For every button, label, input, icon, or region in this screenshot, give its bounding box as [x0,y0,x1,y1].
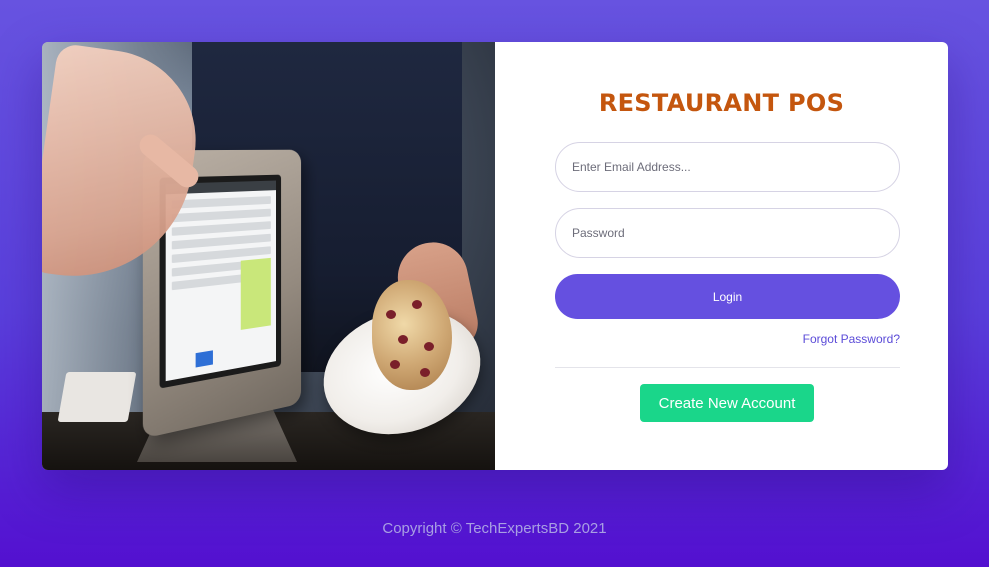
login-form-panel: RESTAURANT POS Login Forgot Password? Cr… [495,42,948,470]
forgot-password-link[interactable]: Forgot Password? [803,332,900,346]
page-title: RESTAURANT POS [495,89,948,117]
create-account-button[interactable]: Create New Account [640,384,814,422]
copyright-footer: Copyright © TechExpertsBD 2021 [0,520,989,537]
napkin [58,372,137,422]
divider [555,367,900,368]
login-button[interactable]: Login [555,274,900,319]
password-field[interactable] [555,208,900,258]
scone [372,280,452,390]
restaurant-pos-photo [42,42,495,470]
email-field[interactable] [555,142,900,192]
login-card: RESTAURANT POS Login Forgot Password? Cr… [42,42,948,470]
